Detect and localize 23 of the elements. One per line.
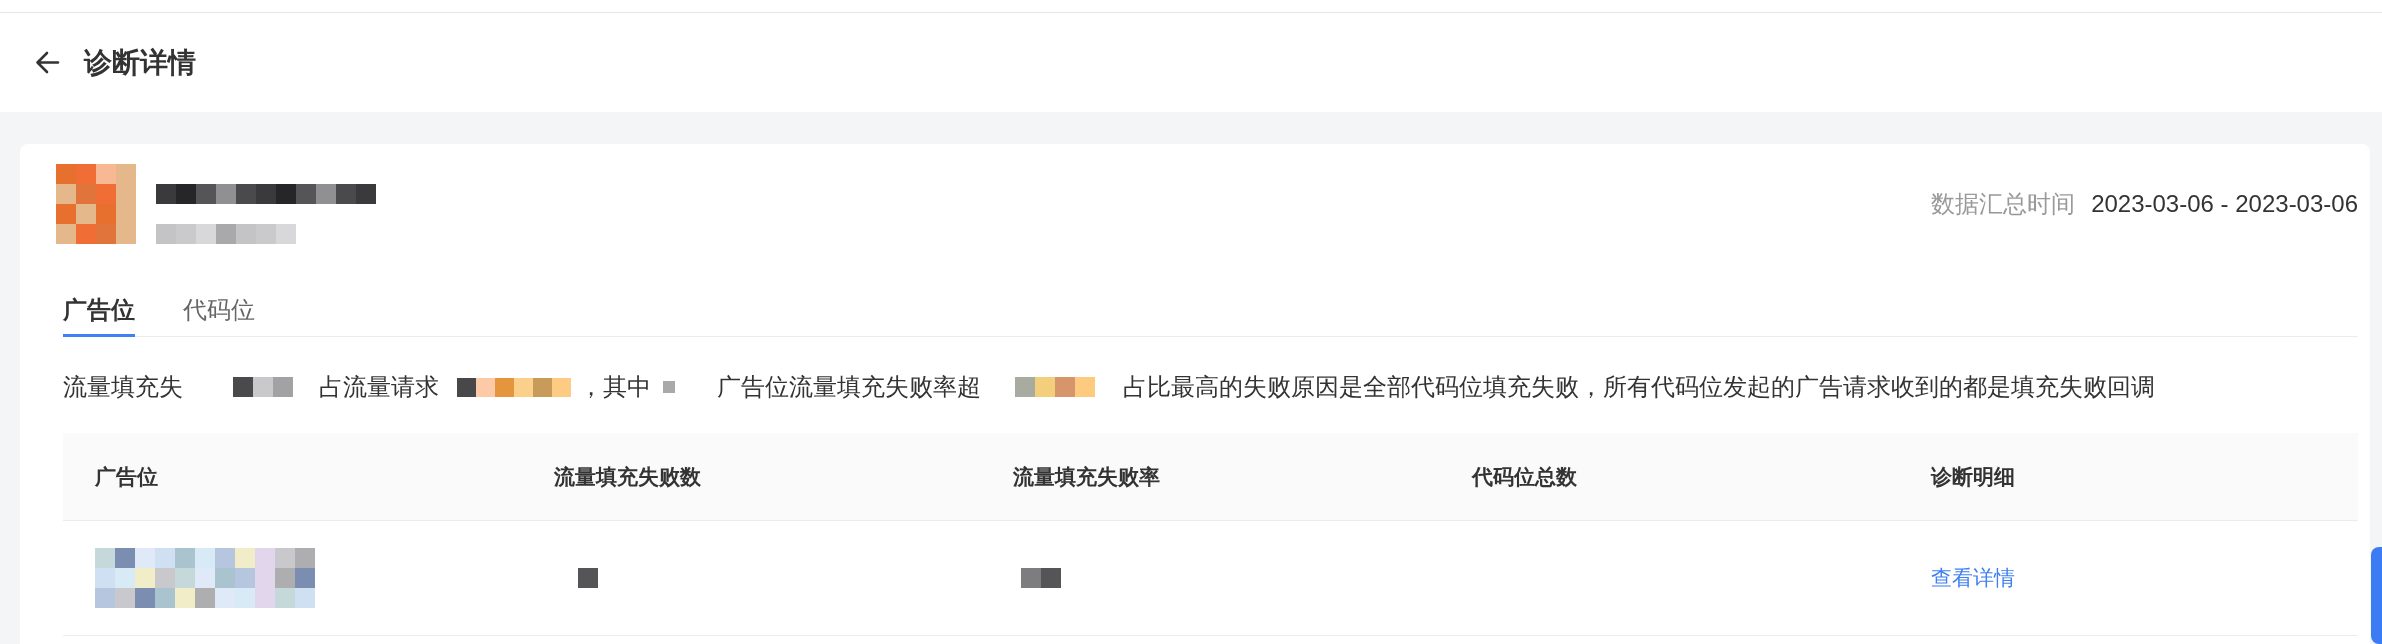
- column-header: 广告位: [95, 464, 158, 489]
- tab[interactable]: 代码位: [183, 298, 255, 337]
- date-range-value: 2023-03-06 - 2023-03-06: [2091, 190, 2358, 218]
- pixelated-cell-value: [1021, 568, 1061, 588]
- pixelated-app-icon: [56, 164, 136, 244]
- summary-text: 占流量请求: [319, 375, 439, 399]
- column-header: 代码位总数: [1472, 464, 1577, 489]
- tab[interactable]: 广告位: [63, 298, 135, 337]
- view-details-link[interactable]: 查看详情: [1931, 566, 2015, 590]
- pixelated-block: [233, 377, 293, 397]
- back-arrow-icon[interactable]: [35, 50, 60, 75]
- date-range-label: 数据汇总时间: [1931, 190, 2076, 218]
- summary-text: ，其中: [579, 375, 651, 399]
- pixelated-block: [663, 381, 675, 393]
- side-tab[interactable]: [2371, 547, 2382, 644]
- column-header: 流量填充失败数: [554, 464, 701, 489]
- pixelated-cell-value: [578, 568, 598, 588]
- column-header: 诊断明细: [1931, 464, 2015, 489]
- page-title: 诊断详情: [84, 46, 196, 79]
- summary-text: 占比最高的失败原因是全部代码位填充失败，所有代码位发起的广告请求收到的都是填充失败回调: [1123, 375, 2155, 399]
- summary-text: 广告位流量填充失败率超: [717, 375, 981, 399]
- summary-text: 流量填充失: [63, 375, 183, 399]
- column-header: 流量填充失败率: [1013, 464, 1160, 489]
